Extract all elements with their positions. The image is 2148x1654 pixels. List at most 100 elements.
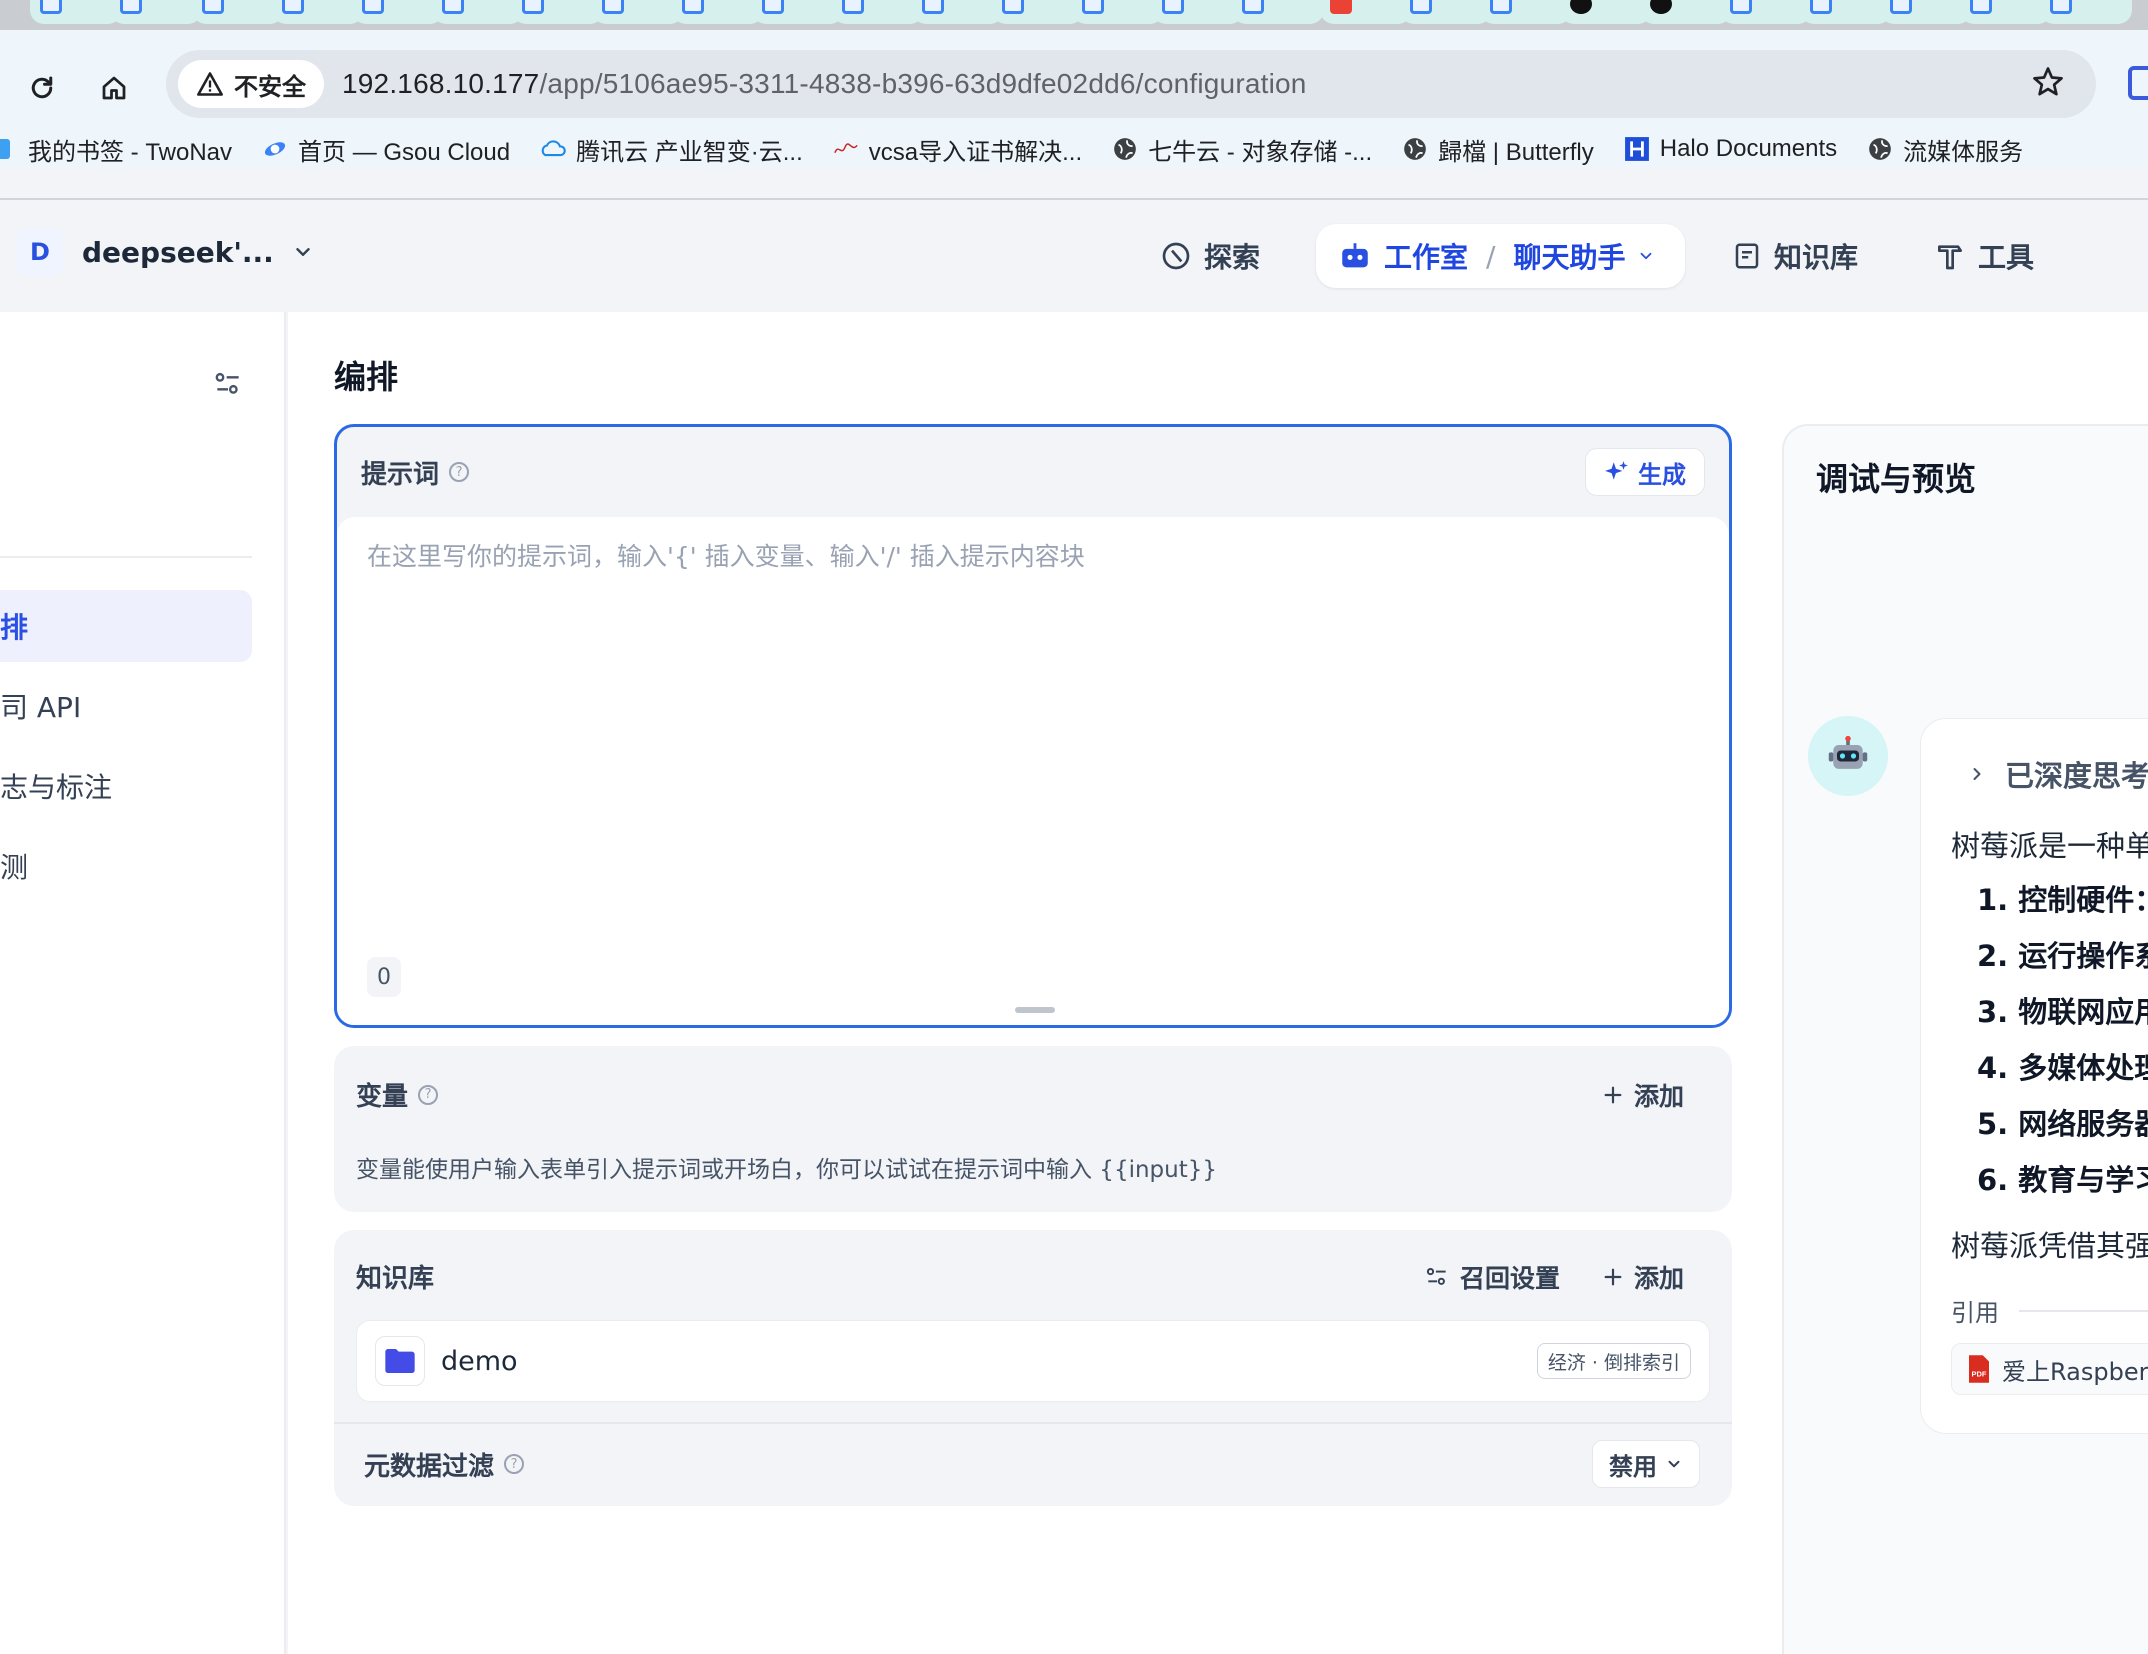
- reload-icon: [31, 76, 53, 99]
- knowledge-header: 知识库 召回设置 添加: [356, 1258, 1710, 1295]
- nav-explore-label: 探索: [1204, 241, 1261, 274]
- browser-tab[interactable]: [1232, 0, 1324, 24]
- knowledge-item[interactable]: demo 经济 · 倒排索引: [356, 1320, 1710, 1402]
- sidebar-item-api[interactable]: 司 API: [0, 670, 252, 742]
- knowledge-title-label: 知识库: [356, 1264, 435, 1294]
- extension-icon[interactable]: [2128, 66, 2148, 100]
- tab-favicon-icon: [1082, 0, 1104, 14]
- browser-tab[interactable]: [1800, 0, 1892, 24]
- browser-tab[interactable]: [512, 0, 604, 24]
- nav-tools[interactable]: 工具: [1934, 224, 2034, 288]
- gsou-icon: [262, 136, 288, 162]
- robot-icon: [1828, 735, 1868, 769]
- tab-favicon-icon: [1730, 0, 1752, 14]
- sidebar-item-orchestrate[interactable]: 排: [0, 590, 252, 662]
- sidebar-collapse-button[interactable]: [212, 368, 244, 404]
- browser-tab[interactable]: [1400, 0, 1492, 24]
- browser-tab[interactable]: [752, 0, 844, 24]
- browser-tab[interactable]: [432, 0, 524, 24]
- globe-icon: [1867, 136, 1893, 162]
- browser-tab[interactable]: [1720, 0, 1812, 24]
- help-icon[interactable]: ?: [418, 1084, 439, 1105]
- bookmark-item[interactable]: 我的书签 - TwoNav: [0, 132, 232, 167]
- browser-tab[interactable]: [110, 0, 202, 24]
- address-bar[interactable]: 不安全 192.168.10.177/app/5106ae95-3311-483…: [166, 50, 2096, 118]
- browser-tab[interactable]: [1072, 0, 1164, 24]
- browser-tab[interactable]: [1960, 0, 2052, 24]
- prompt-input[interactable]: [367, 537, 1697, 937]
- nav-explore[interactable]: 探索: [1160, 224, 1260, 288]
- bookmark-label: 首页 — Gsou Cloud: [298, 138, 511, 166]
- browser-tab[interactable]: [1560, 0, 1652, 24]
- browser-toolbar: 不安全 192.168.10.177/app/5106ae95-3311-483…: [0, 30, 2148, 168]
- bookmark-item[interactable]: 七牛云 - 对象存储 -...: [1112, 132, 1372, 167]
- browser-tab[interactable]: [672, 0, 764, 24]
- browser-tab[interactable]: [1480, 0, 1572, 24]
- browser-tab[interactable]: [1152, 0, 1244, 24]
- sidebar-item-logs[interactable]: 志与标注: [0, 750, 252, 822]
- browser-tab[interactable]: [592, 0, 684, 24]
- tab-favicon-icon: [202, 0, 224, 14]
- current-app-name[interactable]: 聊天助手: [1513, 236, 1625, 276]
- thinking-toggle[interactable]: 已深度思考: [1967, 753, 2148, 795]
- bookmarks-bar: 我的书签 - TwoNav 首页 — Gsou Cloud 腾讯云 产业智变·云…: [0, 126, 2053, 172]
- reload-button[interactable]: [14, 60, 70, 116]
- sidebar-item-monitoring[interactable]: 测: [0, 830, 252, 902]
- index-mode-badge: 经济 · 倒排索引: [1536, 1343, 1691, 1379]
- bookmark-item[interactable]: 首页 — Gsou Cloud: [262, 132, 510, 167]
- sidebar-item-label: 志与标注: [0, 771, 113, 804]
- tab-favicon-icon: [522, 0, 544, 14]
- nav-studio[interactable]: 工作室 / 聊天助手: [1316, 224, 1686, 288]
- help-icon[interactable]: ?: [449, 462, 470, 482]
- bookmark-label: 歸檔 | Butterfly: [1438, 138, 1594, 166]
- security-label: 不安全: [234, 72, 306, 101]
- square-icon: [0, 136, 18, 162]
- bookmark-item[interactable]: Halo Documents: [1624, 135, 1837, 163]
- resize-handle[interactable]: [1015, 1007, 1055, 1013]
- browser-tab[interactable]: [912, 0, 1004, 24]
- bookmark-item[interactable]: 流媒体服务: [1867, 132, 2023, 167]
- browser-tab[interactable]: [192, 0, 284, 24]
- bookmark-item[interactable]: 腾讯云 产业智变·云...: [540, 132, 803, 167]
- security-chip[interactable]: 不安全: [178, 60, 324, 108]
- metadata-filter-select[interactable]: 禁用: [1592, 1440, 1700, 1488]
- preview-title: 调试与预览: [1816, 460, 1977, 498]
- prompt-title-label: 提示词: [361, 459, 440, 490]
- recall-settings-button[interactable]: 召回设置: [1414, 1259, 1570, 1295]
- tencent-cloud-icon: [540, 136, 566, 162]
- add-knowledge-button[interactable]: 添加: [1576, 1259, 1710, 1295]
- metadata-filter-value: 禁用: [1609, 1452, 1657, 1481]
- tab-favicon-icon: [602, 0, 624, 14]
- bookmark-star-button[interactable]: [2030, 64, 2066, 104]
- browser-tab[interactable]: [352, 0, 444, 24]
- prompt-header: 提示词 ? 生成: [337, 427, 1729, 517]
- workspace-switcher[interactable]: D deepseek'...: [16, 228, 314, 276]
- bookmark-item[interactable]: 歸檔 | Butterfly: [1402, 132, 1594, 167]
- nav-knowledge[interactable]: 知识库: [1732, 224, 1858, 288]
- generate-prompt-button[interactable]: 生成: [1585, 448, 1705, 496]
- browser-tab[interactable]: [1880, 0, 1972, 24]
- add-variable-button[interactable]: 添加: [1576, 1077, 1710, 1113]
- book-icon: [1735, 243, 1759, 269]
- citation-chip[interactable]: PDF 爱上Raspberr: [1951, 1343, 2148, 1395]
- bookmark-item[interactable]: vcsa导入证书解决...: [833, 132, 1082, 167]
- tab-favicon-icon: [40, 0, 62, 14]
- home-button[interactable]: [86, 60, 142, 116]
- bot-message: 已深度思考 树莓派是一种单 1. 控制硬件： 2. 运行操作系 3. 物联网应用…: [1920, 718, 2148, 1434]
- variables-card: 变量 ? 添加 变量能使用户输入表单引入提示词或开场白，你可以试试在提示词中输入…: [334, 1046, 1732, 1212]
- sidebar-item-label: 排: [0, 611, 29, 644]
- browser-tab[interactable]: [832, 0, 924, 24]
- browser-tab[interactable]: [272, 0, 364, 24]
- browser-tab[interactable]: [992, 0, 1084, 24]
- citation-divider: [2019, 1309, 2148, 1312]
- browser-tab[interactable]: [1320, 0, 1412, 24]
- list-item: 2. 运行操作系: [1977, 939, 2148, 973]
- bookmark-label: 我的书签 - TwoNav: [28, 138, 233, 166]
- url-text[interactable]: 192.168.10.177/app/5106ae95-3311-4838-b3…: [342, 68, 1307, 100]
- browser-tab[interactable]: [1640, 0, 1732, 24]
- browser-tab[interactable]: [2040, 0, 2132, 24]
- chevron-right-icon: [1973, 768, 1981, 780]
- help-icon[interactable]: ?: [504, 1454, 525, 1474]
- add-knowledge-label: 添加: [1633, 1263, 1684, 1293]
- browser-tab[interactable]: [30, 0, 122, 24]
